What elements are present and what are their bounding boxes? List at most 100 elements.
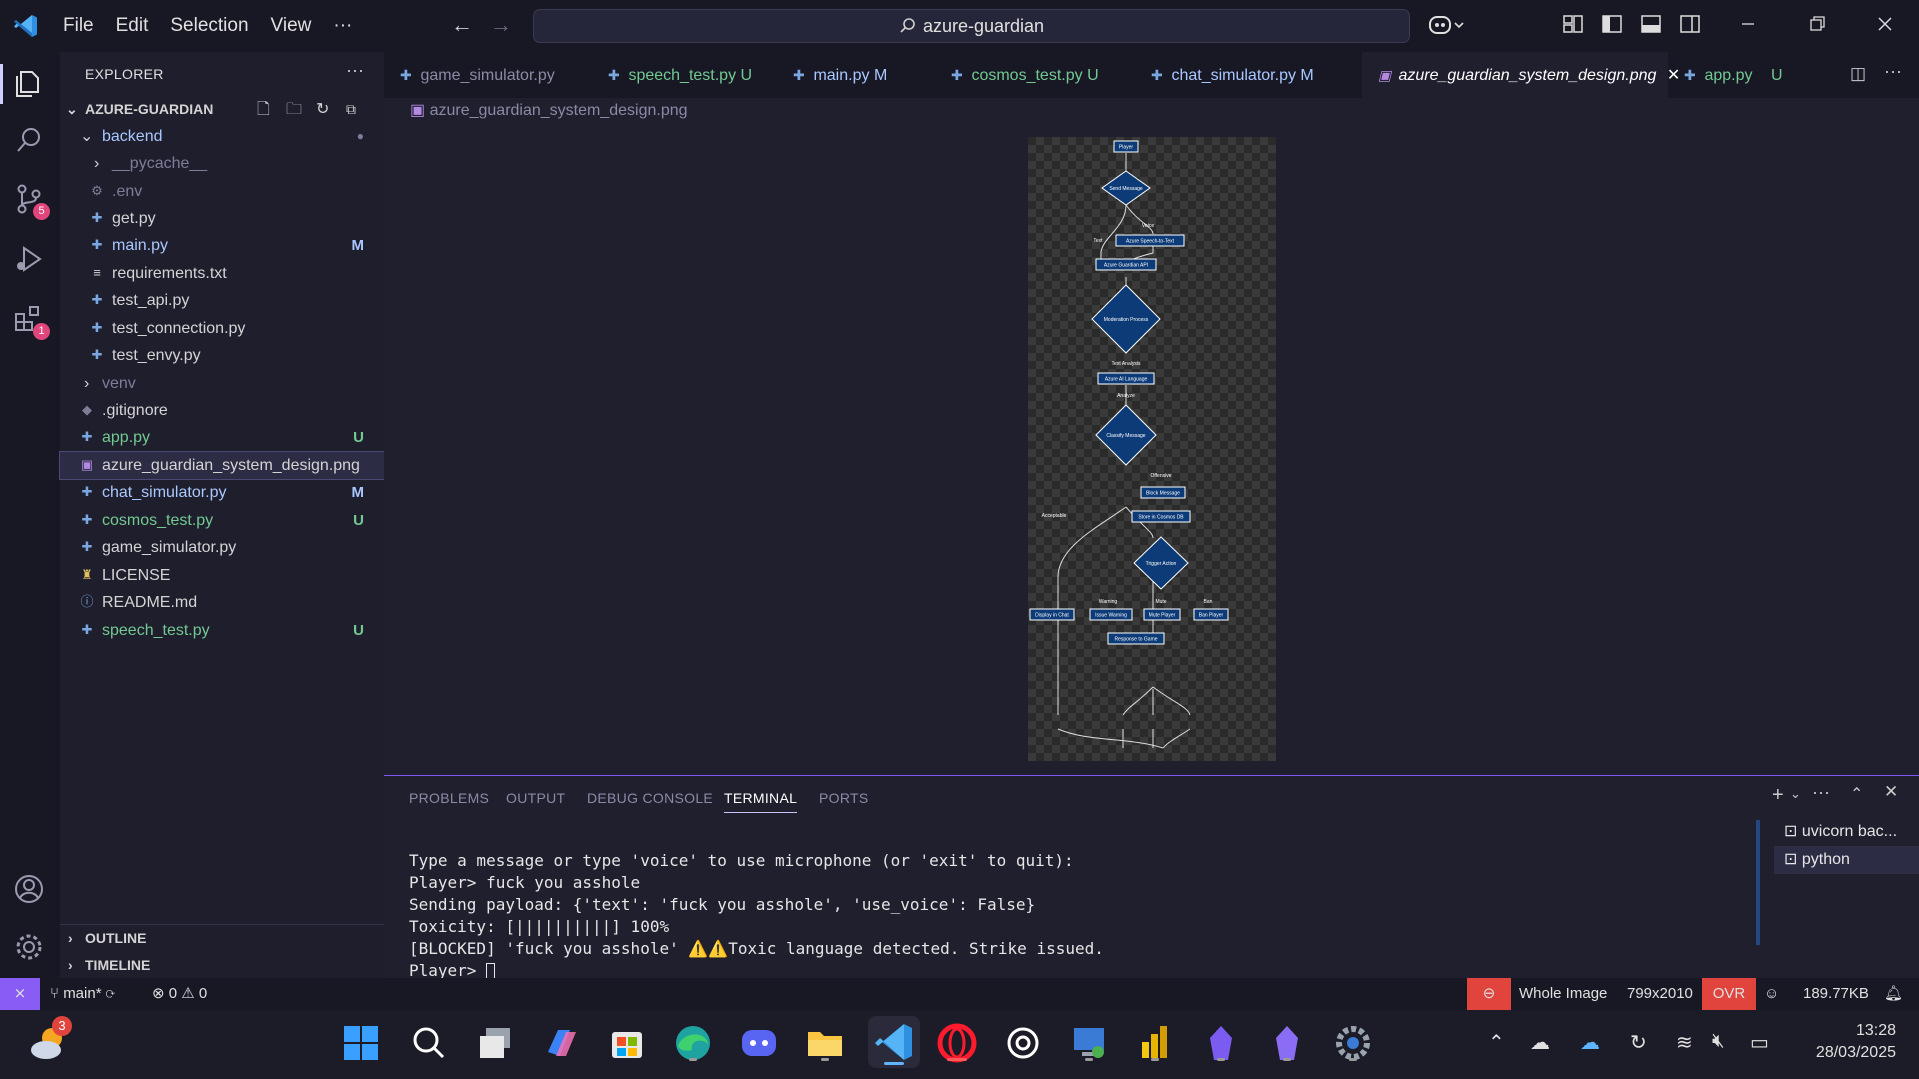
terminal-output[interactable]: Type a message or type 'voice' to use mi… [409, 850, 1104, 982]
copilot-app-icon[interactable] [540, 1022, 582, 1064]
tree-file-gitignore[interactable]: ◆ .gitignore [60, 397, 384, 424]
panel-more-icon[interactable]: ··· [1812, 782, 1830, 803]
close-window-icon[interactable] [1874, 13, 1898, 37]
outline-section[interactable]: › OUTLINE [60, 925, 384, 952]
toggle-secondary-sidebar-icon[interactable] [1679, 13, 1703, 37]
source-control-icon[interactable]: 5 [12, 182, 50, 220]
copilot-status-icon[interactable]: ☺ [1764, 978, 1779, 1010]
settings-app-icon[interactable] [1332, 1022, 1374, 1064]
edge-browser-icon[interactable] [672, 1022, 714, 1064]
tree-file-test-envy[interactable]: ✚ test_envy.py [60, 342, 384, 369]
panel-tab-terminal[interactable]: TERMINAL [724, 790, 798, 813]
explorer-icon[interactable] [12, 66, 48, 102]
toggle-panel-icon[interactable] [1640, 13, 1664, 37]
run-debug-icon[interactable] [12, 242, 48, 278]
extensions-icon[interactable]: 1 [12, 302, 50, 340]
tree-file-main[interactable]: ✚ main.py M [60, 232, 384, 259]
cloud-sync-icon[interactable]: ☁ [1530, 1030, 1550, 1055]
battery-icon[interactable]: ▭ [1750, 1030, 1769, 1055]
menu-more[interactable]: ··· [322, 0, 363, 52]
tree-file-env[interactable]: ⚙ .env [60, 178, 384, 205]
panel-tab-debug-console[interactable]: DEBUG CONSOLE [587, 790, 713, 806]
tree-file-game-simulator[interactable]: ✚ game_simulator.py [60, 534, 384, 561]
tree-file-chat-simulator[interactable]: ✚ chat_simulator.py M [60, 479, 384, 506]
overtype-indicator[interactable]: OVR [1702, 978, 1756, 1010]
tab-main[interactable]: ✚ main.py M [777, 52, 935, 98]
tree-folder-backend[interactable]: ⌄ backend ● [60, 123, 384, 150]
split-editor-icon[interactable]: ◫ [1850, 64, 1866, 84]
wifi-icon[interactable]: ≋ [1676, 1030, 1693, 1055]
remote-desktop-icon[interactable] [1068, 1022, 1110, 1064]
tree-file-license[interactable]: ♜ LICENSE [60, 562, 384, 589]
customize-layout-icon[interactable] [1562, 13, 1586, 37]
command-center-search[interactable]: azure-guardian [533, 9, 1410, 43]
tree-file-get[interactable]: ✚ get.py [60, 205, 384, 232]
tree-file-readme[interactable]: ⓘ README.md [60, 589, 384, 616]
terminal-item-uvicorn[interactable]: ⊡ uvicorn bac... [1774, 818, 1919, 846]
microsoft-store-icon[interactable] [606, 1022, 648, 1064]
timeline-section[interactable]: › TIMELINE [60, 952, 384, 979]
tab-cosmos-test[interactable]: ✚ cosmos_test.py U [935, 52, 1135, 98]
start-windows-icon[interactable] [340, 1022, 382, 1064]
tab-game-simulator[interactable]: ✚ game_simulator.py [384, 52, 592, 98]
tree-file-test-api[interactable]: ✚ test_api.py [60, 287, 384, 314]
tab-speech-test[interactable]: ✚ speech_test.py U [592, 52, 777, 98]
remote-icon[interactable]: ⨯ [0, 978, 40, 1010]
tree-folder-pycache[interactable]: › __pycache__ [60, 150, 384, 177]
explorer-more-button[interactable]: ··· [346, 60, 364, 81]
restore-icon[interactable] [1806, 13, 1830, 37]
notifications-bell-icon[interactable]: 🔔︎ [1884, 978, 1903, 1010]
panel-tab-output[interactable]: OUTPUT [506, 790, 565, 806]
maximize-panel-icon[interactable]: ⌃ [1850, 784, 1863, 804]
new-folder-icon[interactable]: 🗀 [286, 96, 302, 123]
menu-file[interactable]: File [52, 0, 105, 52]
system-design-image[interactable]: .bx{fill:#0d3b78;stroke:#ffffff;stroke-w… [1028, 137, 1276, 761]
terminal-item-python[interactable]: ⊡ python [1774, 846, 1919, 874]
tree-folder-venv[interactable]: › venv [60, 370, 384, 397]
refresh-icon[interactable]: ↻ [316, 96, 329, 123]
image-view-mode[interactable]: Whole Image [1519, 978, 1607, 1010]
minimize-icon[interactable] [1737, 13, 1761, 37]
show-hidden-icons-chevron-icon[interactable]: ⌃ [1488, 1030, 1505, 1055]
toggle-primary-sidebar-icon[interactable] [1601, 13, 1625, 37]
panel-tab-ports[interactable]: PORTS [819, 790, 868, 806]
terminal-scrollbar[interactable] [1756, 820, 1760, 945]
onedrive-icon[interactable]: ☁ [1580, 1030, 1600, 1055]
tab-app[interactable]: ✚ app.py U [1668, 52, 1798, 98]
menu-selection[interactable]: Selection [159, 0, 259, 52]
vscode-taskbar-icon[interactable] [868, 1016, 920, 1068]
tree-file-test-connection[interactable]: ✚ test_connection.py [60, 315, 384, 342]
obsidian-icon[interactable] [1200, 1022, 1242, 1064]
new-file-icon[interactable]: 🗋 [257, 96, 270, 123]
tab-chat-simulator[interactable]: ✚ chat_simulator.py M [1135, 52, 1345, 98]
panel-tab-problems[interactable]: PROBLEMS [409, 790, 489, 806]
branch-indicator[interactable]: ⑂ main* ⟳ [50, 978, 115, 1010]
tree-file-requirements[interactable]: ≡ requirements.txt [60, 260, 384, 287]
accounts-icon[interactable] [12, 872, 48, 908]
menu-view[interactable]: View [260, 0, 323, 52]
search-view-icon[interactable] [12, 124, 48, 160]
update-icon[interactable]: ↻ [1630, 1030, 1647, 1055]
close-panel-icon[interactable]: ✕ [1884, 782, 1898, 802]
copilot-icon[interactable] [1428, 13, 1468, 37]
chatgpt-icon[interactable] [1002, 1022, 1044, 1064]
power-bi-icon[interactable] [1134, 1022, 1176, 1064]
zoom-icon[interactable]: ⊖ [1467, 978, 1511, 1010]
opera-browser-icon[interactable] [936, 1022, 978, 1064]
tree-file-system-design-png[interactable]: ▣ azure_guardian_system_design.png [59, 451, 385, 480]
workspace-folder-header[interactable]: ⌄ AZURE-GUARDIAN 🗋 🗀 ↻ ⧉ [60, 96, 384, 123]
problems-indicator[interactable]: ⊗ 0 ⚠ 0 [152, 978, 207, 1010]
search-taskbar-icon[interactable] [407, 1022, 449, 1064]
tree-file-cosmos-test[interactable]: ✚ cosmos_test.py U [60, 507, 384, 534]
forward-arrow-icon[interactable]: → [484, 12, 518, 38]
back-arrow-icon[interactable]: ← [445, 12, 479, 38]
settings-gear-icon[interactable] [12, 930, 48, 966]
menu-edit[interactable]: Edit [105, 0, 160, 52]
collapse-all-icon[interactable]: ⧉ [346, 96, 356, 123]
weather-widget-icon[interactable]: 3 [28, 1016, 72, 1064]
new-terminal-icon[interactable]: + [1772, 784, 1784, 807]
file-explorer-icon[interactable] [804, 1022, 846, 1064]
tree-file-app[interactable]: ✚ app.py U [60, 424, 384, 451]
discord-icon[interactable] [738, 1022, 780, 1064]
editor-more-icon[interactable]: ··· [1884, 61, 1902, 82]
